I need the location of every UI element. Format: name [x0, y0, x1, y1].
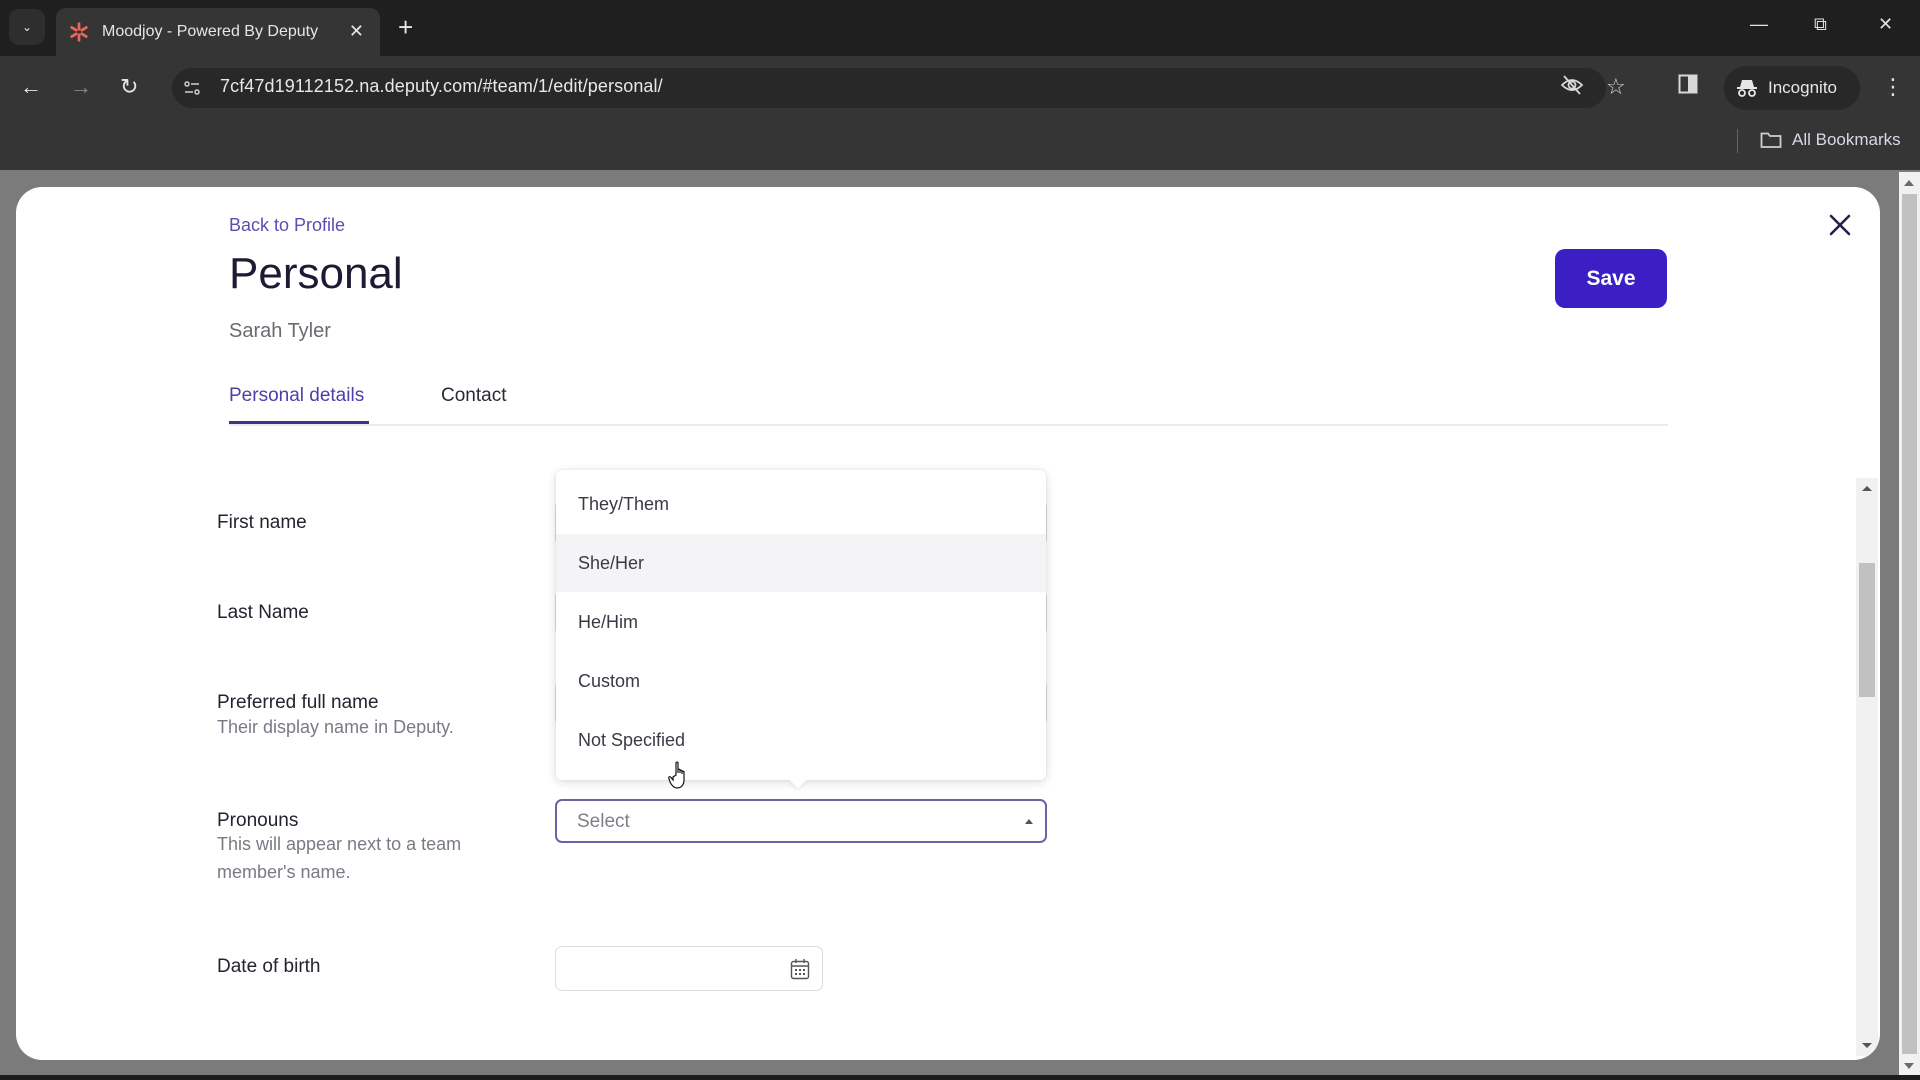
dropdown-notch — [789, 771, 807, 789]
option-not-specified[interactable]: Not Specified — [556, 711, 1046, 769]
side-panel-icon[interactable] — [1678, 74, 1698, 100]
date-of-birth-label: Date of birth — [217, 956, 321, 977]
tab-search-button[interactable]: ⌄ — [9, 9, 45, 45]
incognito-indicator[interactable]: Incognito — [1724, 66, 1860, 110]
page-title: Personal — [229, 249, 403, 298]
modal-scrollbar[interactable] — [1856, 478, 1878, 1056]
more-menu-icon[interactable]: ⋮ — [1882, 74, 1904, 100]
all-bookmarks-label: All Bookmarks — [1792, 130, 1901, 149]
back-to-profile-link[interactable]: Back to Profile — [229, 215, 345, 236]
option-custom[interactable]: Custom — [556, 652, 1046, 710]
chevron-down-icon: ⌄ — [21, 20, 33, 34]
tab-title: Moodjoy - Powered By Deputy — [102, 23, 319, 40]
pronouns-help: This will appear next to a team member's… — [217, 834, 462, 882]
page-scroll-up-icon[interactable] — [1904, 180, 1914, 186]
pronouns-select[interactable]: Select — [555, 799, 1047, 843]
employee-name: Sarah Tyler — [229, 320, 331, 342]
bookmarks-divider — [1737, 129, 1738, 153]
folder-icon — [1760, 132, 1782, 148]
page-scrollbar[interactable] — [1899, 172, 1920, 1075]
reload-icon[interactable]: ↻ — [120, 74, 138, 100]
date-of-birth-input[interactable] — [555, 946, 823, 991]
pronouns-label: Pronouns — [217, 810, 299, 831]
site-settings-icon[interactable] — [180, 76, 204, 100]
pronouns-dropdown-menu: They/Them She/Her He/Him Custom Not Spec… — [556, 470, 1046, 789]
hand-cursor-icon — [668, 761, 685, 789]
save-button[interactable]: Save — [1555, 249, 1667, 308]
option-she-her[interactable]: She/Her — [556, 534, 1046, 592]
incognito-icon — [1737, 80, 1757, 97]
tab-personal-details[interactable]: Personal details — [229, 385, 369, 424]
option-they-them[interactable]: They/Them — [556, 475, 1046, 533]
edit-personal-modal: Back to Profile Personal Sarah Tyler Sav… — [16, 187, 1880, 1060]
browser-tab[interactable]: Moodjoy - Powered By Deputy ✕ — [56, 8, 380, 56]
modal-scrollbar-thumb[interactable] — [1859, 563, 1875, 697]
scroll-up-icon[interactable] — [1862, 486, 1872, 491]
first-name-label: First name — [217, 512, 307, 533]
page-bottom-edge — [0, 1075, 1920, 1080]
eye-slash-icon[interactable] — [1560, 74, 1584, 102]
section-tabs: Personal details Contact — [229, 385, 1668, 426]
bookmark-star-icon[interactable]: ☆ — [1606, 74, 1626, 100]
restore-icon[interactable]: ⧉ — [1814, 14, 1827, 35]
deputy-favicon-icon — [70, 22, 88, 42]
forward-arrow-icon[interactable]: → — [70, 74, 92, 100]
close-icon[interactable] — [1826, 211, 1854, 239]
calendar-icon[interactable] — [790, 958, 810, 980]
back-arrow-icon[interactable]: ← — [20, 74, 42, 100]
close-tab-icon[interactable]: ✕ — [349, 20, 364, 42]
minimize-icon[interactable]: — — [1750, 14, 1768, 35]
scroll-down-icon[interactable] — [1862, 1043, 1872, 1048]
last-name-label: Last Name — [217, 602, 309, 623]
url-text[interactable]: 7cf47d19112152.na.deputy.com/#team/1/edi… — [220, 76, 663, 97]
bookmarks-bar — [0, 120, 1920, 170]
pronouns-placeholder: Select — [577, 811, 630, 832]
all-bookmarks-button[interactable]: All Bookmarks — [1760, 130, 1901, 150]
caret-up-icon — [1025, 819, 1033, 824]
tab-contact[interactable]: Contact — [441, 385, 506, 421]
browser-titlebar: ⌄ Moodjoy - Powered By Deputy ✕ + — ⧉ ✕ — [0, 0, 1920, 56]
page-scroll-down-icon[interactable] — [1904, 1063, 1914, 1069]
incognito-label: Incognito — [1768, 78, 1837, 97]
preferred-full-name-help: Their display name in Deputy. — [217, 717, 454, 737]
option-he-him[interactable]: He/Him — [556, 593, 1046, 651]
new-tab-icon[interactable]: + — [398, 12, 413, 42]
page-scrollbar-thumb[interactable] — [1902, 194, 1917, 1054]
window-close-icon[interactable]: ✕ — [1878, 14, 1893, 35]
preferred-full-name-label: Preferred full name — [217, 692, 379, 713]
